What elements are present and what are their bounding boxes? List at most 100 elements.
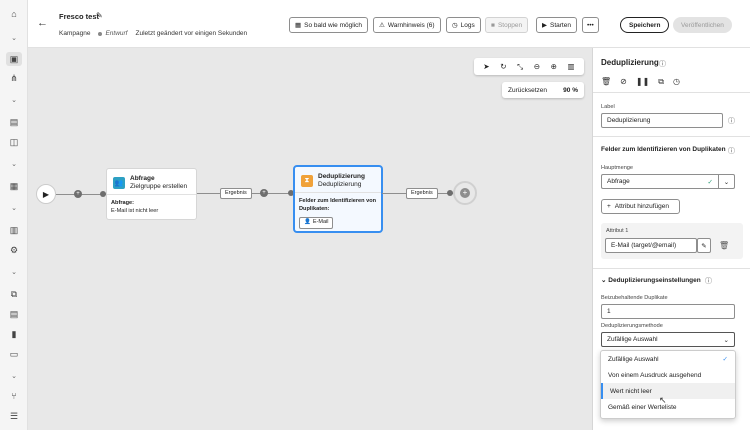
stop-icon: ■	[491, 21, 495, 29]
info-icon[interactable]: ⓘ	[705, 276, 712, 286]
templates-icon[interactable]: ◫	[7, 136, 21, 148]
main-set-dropdown-button[interactable]: ⌄	[718, 174, 735, 189]
disable-icon[interactable]: ⊘	[620, 77, 627, 87]
node-subtitle: Deduplizierung	[318, 181, 362, 188]
collapse-icon[interactable]: ⤡	[517, 62, 523, 72]
field-chip: 👤 E-Mail	[299, 217, 334, 229]
warnings-button[interactable]: ⚠ Warnhinweis (6)	[373, 17, 441, 33]
more-button[interactable]: •••	[582, 17, 599, 33]
back-arrow-icon[interactable]: ←	[37, 17, 48, 29]
dropdown-option[interactable]: Wert nicht leer	[601, 383, 735, 399]
status-badge: Entwurf	[98, 30, 128, 37]
zoom-in-icon[interactable]: ⊕	[551, 62, 557, 71]
workflow-icon[interactable]: ⑂	[7, 390, 21, 402]
campaigns-icon[interactable]: ▣	[6, 52, 22, 66]
audiences-icon[interactable]: ▦	[7, 180, 21, 192]
status-label: Entwurf	[105, 30, 128, 37]
option-label: Von einem Ausdruck ausgehend	[608, 371, 702, 379]
stop-button[interactable]: ■ Stoppen	[485, 17, 529, 33]
journeys-icon[interactable]: ⋔	[7, 72, 21, 84]
chevron-down-icon[interactable]: ⌄	[9, 96, 19, 104]
attribute-input[interactable]: E-Mail (target/@email)	[605, 238, 697, 253]
content-icon[interactable]: ▤	[7, 116, 21, 128]
main-set-value: Abfrage	[607, 178, 630, 185]
person-icon: 👤	[304, 219, 311, 226]
duplicates-input[interactable]: 1	[601, 304, 735, 319]
node-title: Abfrage	[130, 175, 155, 182]
database-icon[interactable]: ☰	[7, 410, 21, 422]
edit-pencil-icon[interactable]: ✎	[96, 11, 103, 20]
node-subtitle: Zielgruppe erstellen	[130, 183, 188, 190]
header: ← Fresco test ✎ Kampagne Entwurf Zuletzt…	[28, 0, 750, 48]
logs-button[interactable]: ◷ Logs	[446, 17, 481, 33]
dedup-settings-header[interactable]: ⌄ Deduplizierungseinstellungen	[601, 276, 701, 284]
deduplication-node[interactable]: ⧗ Deduplizierung Deduplizierung Felder z…	[294, 166, 382, 232]
reports-icon[interactable]: ▥	[7, 224, 21, 236]
chevron-down-icon: ⌄	[723, 178, 730, 186]
chevron-down-icon[interactable]: ⌄	[9, 372, 19, 380]
add-attribute-button[interactable]: + Attribut hinzufügen	[601, 199, 680, 214]
folder-icon[interactable]: ▭	[7, 348, 21, 360]
schedule-button[interactable]: ▦ So bald wie möglich	[289, 17, 368, 33]
last-modified-text: Zuletzt geändert vor einigen Sekunden	[135, 30, 248, 37]
method-dropdown-menu: Zufällige Auswahl ✓ Von einem Ausdruck a…	[600, 350, 736, 419]
dropdown-option[interactable]: Zufällige Auswahl ✓	[601, 351, 735, 367]
add-activity-button[interactable]: +	[453, 181, 477, 205]
chevron-down-icon[interactable]: ⌄	[9, 34, 19, 42]
delete-icon[interactable]: 🗑	[719, 241, 729, 250]
history-icon[interactable]: ◷	[673, 77, 680, 87]
warning-icon: ⚠	[379, 22, 385, 29]
method-caption: Deduplizierungsmethode	[601, 323, 663, 329]
workflow-canvas[interactable]: ➤ ↻ ⤡ ⊖ ⊕ ▥ Zurücksetzen 90 % ▶ + 👥 Abfr…	[28, 48, 592, 430]
main-set-select[interactable]: Abfrage ✓	[601, 174, 718, 189]
info-icon[interactable]: ⓘ	[728, 116, 735, 126]
delete-icon[interactable]: 🗑	[601, 77, 611, 87]
home-icon[interactable]: ⌂	[7, 8, 21, 20]
breadcrumb-campaign[interactable]: Kampagne	[59, 30, 90, 37]
chevron-down-icon[interactable]: ⌄	[9, 268, 19, 276]
info-icon[interactable]: ⓘ	[728, 146, 735, 156]
rearrange-icon[interactable]: ↻	[500, 62, 506, 71]
history-icon: ◷	[452, 22, 458, 29]
zoom-out-icon[interactable]: ⊖	[534, 62, 540, 71]
zoom-level: 90 %	[563, 86, 578, 94]
add-attribute-label: Attribut hinzufügen	[614, 203, 669, 210]
stop-label: Stoppen	[497, 21, 523, 29]
schemas-icon[interactable]: ⧉	[7, 288, 21, 300]
query-node[interactable]: 👥 Abfrage Zielgruppe erstellen Abfrage: …	[106, 168, 197, 220]
chevron-down-icon[interactable]: ⌄	[9, 204, 19, 212]
copy-icon[interactable]: ⧉	[658, 77, 664, 87]
node-body-label: Felder zum Identifizieren von Duplikaten…	[299, 198, 377, 212]
mouse-cursor-icon: ↖	[659, 395, 667, 405]
chevron-down-icon[interactable]: ⌄	[9, 160, 19, 168]
pointer-icon[interactable]: ➤	[483, 62, 489, 71]
zoom-reset-button[interactable]: Zurücksetzen	[508, 87, 547, 94]
node-body: Felder zum Identifizieren von Duplikaten…	[295, 193, 381, 234]
start-node[interactable]: ▶	[36, 184, 56, 204]
dropdown-option[interactable]: Gemäß einer Werteliste	[601, 399, 735, 415]
panel-toggle-icon[interactable]: ▥	[568, 62, 575, 71]
publish-button[interactable]: Veröffentlichen	[673, 17, 732, 33]
settings-gear-icon[interactable]: ⚙	[7, 244, 21, 256]
method-select[interactable]: Zufällige Auswahl ⌄	[601, 332, 735, 347]
dropdown-option[interactable]: Von einem Ausdruck ausgehend	[601, 367, 735, 383]
breadcrumb: Kampagne Entwurf Zuletzt geändert vor ei…	[59, 30, 247, 37]
add-node-icon[interactable]: +	[74, 190, 82, 198]
pause-icon[interactable]: ❚❚	[636, 77, 649, 87]
plus-icon: +	[460, 188, 470, 198]
left-rail: ⌂ ⌄ ▣ ⋔ ⌄ ▤ ◫ ⌄ ▦ ⌄ ▥ ⚙ ⌄ ⧉ ▤ ▮ ▭ ⌄ ⑂ ☰	[0, 0, 28, 430]
datasets-icon[interactable]: ▤	[7, 308, 21, 320]
calendar-icon: ▦	[295, 22, 302, 29]
option-label: Wert nicht leer	[610, 387, 652, 395]
start-button[interactable]: ▶ Starten	[536, 17, 577, 33]
add-node-icon[interactable]: +	[260, 189, 268, 197]
node-body-label: Abfrage:	[111, 200, 134, 206]
analytics-icon[interactable]: ▮	[7, 328, 21, 340]
save-button[interactable]: Speichern	[620, 17, 670, 33]
chevron-down-icon: ⌄	[723, 336, 729, 344]
edit-expression-button[interactable]: ✎	[697, 238, 711, 253]
page-title: Fresco test	[59, 12, 100, 21]
info-icon[interactable]: ⓘ	[659, 59, 666, 69]
warnings-label: Warnhinweis (6)	[387, 21, 435, 29]
label-input[interactable]: Deduplizierung	[601, 113, 723, 128]
